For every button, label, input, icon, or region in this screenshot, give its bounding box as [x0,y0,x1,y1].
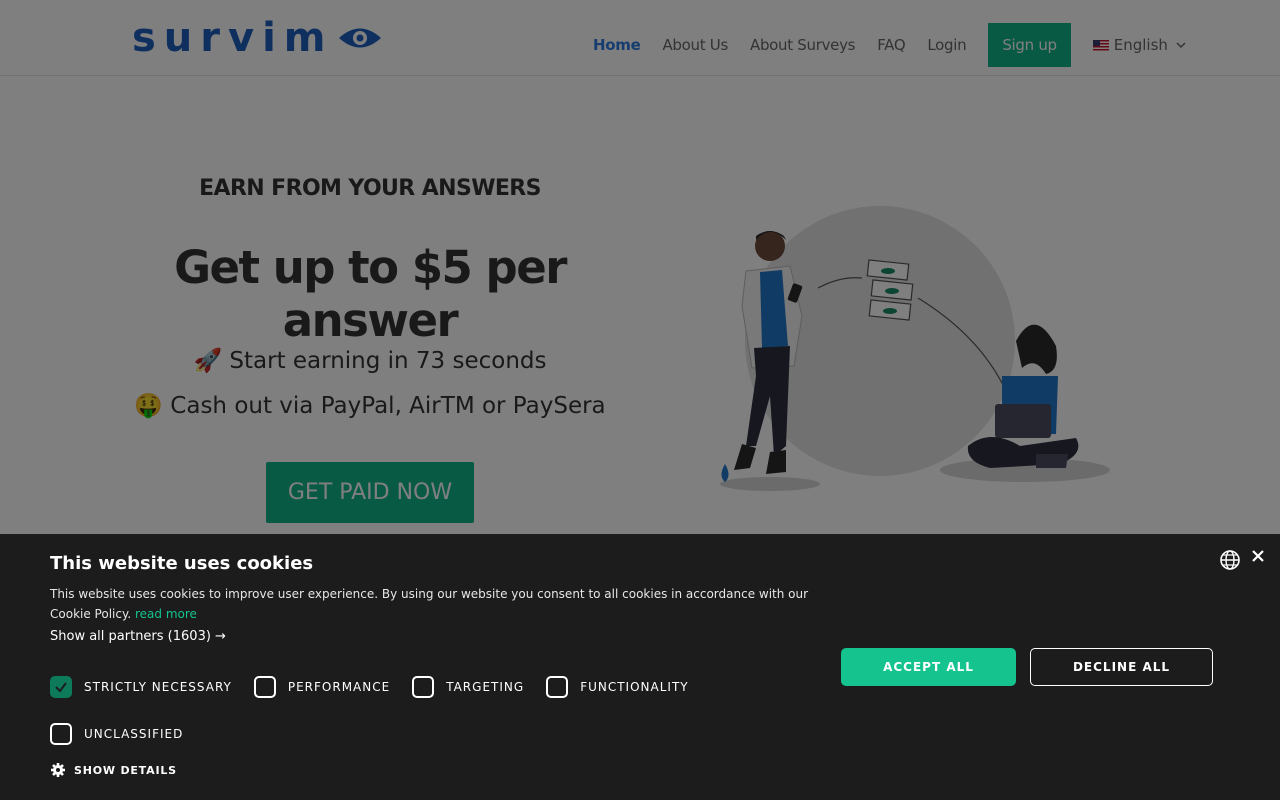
category-targeting[interactable]: TARGETING [412,676,524,698]
category-performance[interactable]: PERFORMANCE [253,676,391,698]
globe-icon[interactable] [1219,549,1241,571]
modal-dim-overlay [0,0,1280,534]
category-strictly-necessary[interactable]: STRICTLY NECESSARY [50,676,232,698]
category-label: TARGETING [446,680,525,694]
show-details-label: SHOW DETAILS [74,763,177,777]
show-details-button[interactable]: SHOW DETAILS [50,762,177,778]
checkbox-strictly-necessary[interactable] [50,676,72,698]
checkbox-unclassified[interactable] [50,723,72,745]
gear-icon [51,763,65,777]
accept-all-button[interactable]: ACCEPT ALL [841,648,1016,686]
cookie-categories-row-2: UNCLASSIFIED [50,723,205,745]
decline-all-button[interactable]: DECLINE ALL [1030,648,1213,686]
cookie-title: This website uses cookies [50,553,314,574]
category-label: STRICTLY NECESSARY [84,680,232,694]
cookie-description: This website uses cookies to improve use… [50,584,810,624]
checkbox-functionality[interactable] [546,676,569,698]
read-more-link[interactable]: read more [135,607,197,621]
category-unclassified[interactable]: UNCLASSIFIED [50,723,183,745]
cookie-categories-row-1: STRICTLY NECESSARY PERFORMANCE TARGETING… [50,676,711,698]
checkbox-performance[interactable] [253,676,276,698]
category-label: UNCLASSIFIED [84,727,184,741]
category-functionality[interactable]: FUNCTIONALITY [546,676,688,698]
cookie-banner: This website uses cookies This website u… [0,534,1280,800]
close-icon[interactable] [1250,548,1266,564]
category-label: PERFORMANCE [287,680,391,694]
show-partners-link[interactable]: Show all partners (1603) → [50,629,226,644]
category-label: FUNCTIONALITY [580,680,689,694]
checkbox-targeting[interactable] [412,676,435,698]
check-icon [55,682,67,693]
